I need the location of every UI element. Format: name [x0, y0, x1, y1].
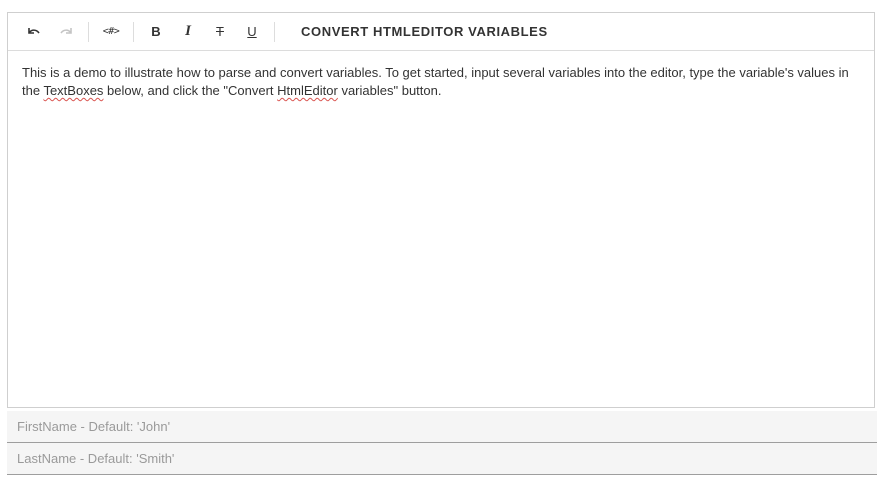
- last-name-field: [7, 443, 877, 475]
- editor-content[interactable]: This is a demo to illustrate how to pars…: [8, 51, 874, 113]
- strikethrough-icon: T: [216, 24, 224, 39]
- convert-variables-button[interactable]: CONVERT HTMLEDITOR VARIABLES: [287, 17, 562, 47]
- toolbar-separator: [274, 21, 275, 42]
- underline-icon: U: [247, 24, 257, 39]
- redo-icon: [60, 27, 72, 34]
- undo-icon: [28, 27, 40, 34]
- editor-toolbar: <#> B I T U CONVERT HTMLEDITOR VARIABLES: [8, 13, 874, 51]
- strikethrough-button[interactable]: T: [206, 18, 234, 46]
- app-root: <#> B I T U CONVERT HTMLEDITOR VARIABLES…: [0, 0, 886, 484]
- first-name-input[interactable]: [7, 411, 877, 442]
- content-text: below, and click the "Convert: [103, 83, 278, 98]
- first-name-field: [7, 411, 877, 443]
- html-source-button[interactable]: <#>: [97, 18, 125, 46]
- bold-icon: B: [151, 24, 161, 39]
- undo-button[interactable]: [20, 18, 48, 46]
- spellcheck-word: HtmlEditor: [277, 83, 338, 98]
- toolbar-separator: [133, 21, 134, 42]
- bold-button[interactable]: B: [142, 18, 170, 46]
- spellcheck-word: TextBoxes: [43, 83, 104, 98]
- toolbar-separator: [88, 21, 89, 42]
- last-name-input[interactable]: [7, 443, 877, 474]
- code-icon: <#>: [102, 25, 120, 37]
- content-text: variables" button.: [337, 83, 442, 98]
- html-editor: <#> B I T U CONVERT HTMLEDITOR VARIABLES…: [7, 12, 875, 408]
- italic-icon: I: [185, 23, 191, 39]
- underline-button[interactable]: U: [238, 18, 266, 46]
- redo-button[interactable]: [52, 18, 80, 46]
- italic-button[interactable]: I: [174, 18, 202, 46]
